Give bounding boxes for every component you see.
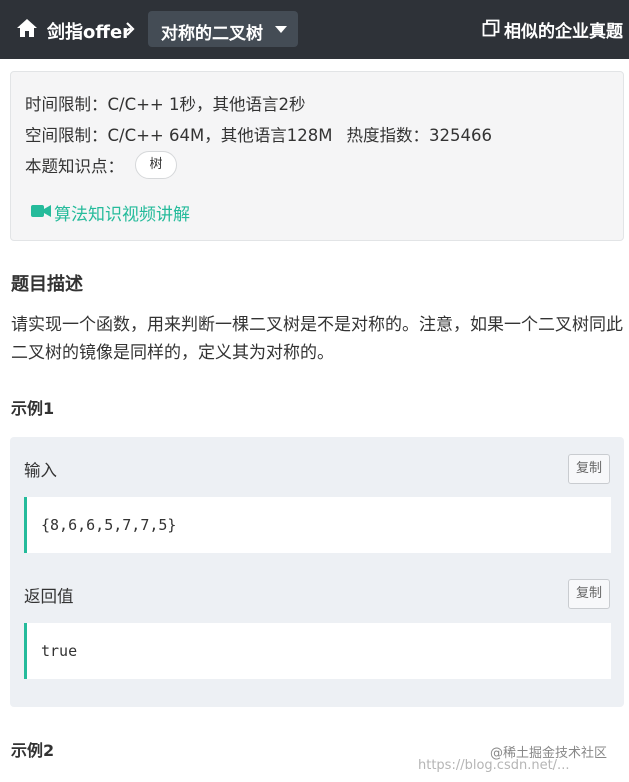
knowledge-tag[interactable]: 树 <box>135 151 177 179</box>
example-2-title: 示例2 <box>11 741 55 760</box>
top-nav-bar: 剑指offer 对称的二叉树 相似的企业真题 <box>0 0 629 59</box>
description-text: 请实现一个函数，用来判断一棵二叉树是不是对称的。注意，如果一个二叉树同此二叉树的… <box>11 315 623 363</box>
example-1-title: 示例1 <box>11 399 55 418</box>
space-limit-row: 空间限制：C/C++ 64M，其他语言128M 热度指数：325466 <box>25 122 492 146</box>
problem-info-panel: 时间限制：C/C++ 1秒，其他语言2秒 空间限制：C/C++ 64M，其他语言… <box>10 71 624 241</box>
video-explanation-label: 算法知识视频讲解 <box>54 205 190 225</box>
problem-title: 对称的二叉树 <box>161 24 263 44</box>
space-limit: 空间限制：C/C++ 64M，其他语言128M <box>25 126 333 145</box>
heat-index: 热度指数：325466 <box>346 126 492 145</box>
output-code: true <box>24 623 611 679</box>
input-label: 输入 <box>24 461 57 480</box>
home-icon[interactable] <box>16 17 38 39</box>
problem-title-dropdown[interactable]: 对称的二叉树 <box>148 11 298 47</box>
output-label: 返回值 <box>24 587 74 606</box>
example-1-box: 输入 复制 {8,6,6,5,7,7,5} 返回值 复制 true <box>10 437 624 707</box>
similar-questions-label: 相似的企业真题 <box>504 22 623 42</box>
caret-down-icon <box>275 26 287 33</box>
time-limit: 时间限制：C/C++ 1秒，其他语言2秒 <box>25 95 306 114</box>
copy-input-button[interactable]: 复制 <box>568 454 610 484</box>
input-code: {8,6,6,5,7,7,5} <box>24 497 611 553</box>
description-title: 题目描述 <box>11 274 83 295</box>
video-camera-icon <box>31 205 51 217</box>
copy-output-button[interactable]: 复制 <box>568 579 610 609</box>
copy-pages-icon <box>482 19 500 37</box>
chevron-right-icon <box>126 22 135 36</box>
breadcrumb-link[interactable]: 剑指offer <box>47 18 131 44</box>
knowledge-label: 本题知识点： <box>25 157 124 176</box>
watermark-url: https://blog.csdn.net/... <box>418 758 570 773</box>
